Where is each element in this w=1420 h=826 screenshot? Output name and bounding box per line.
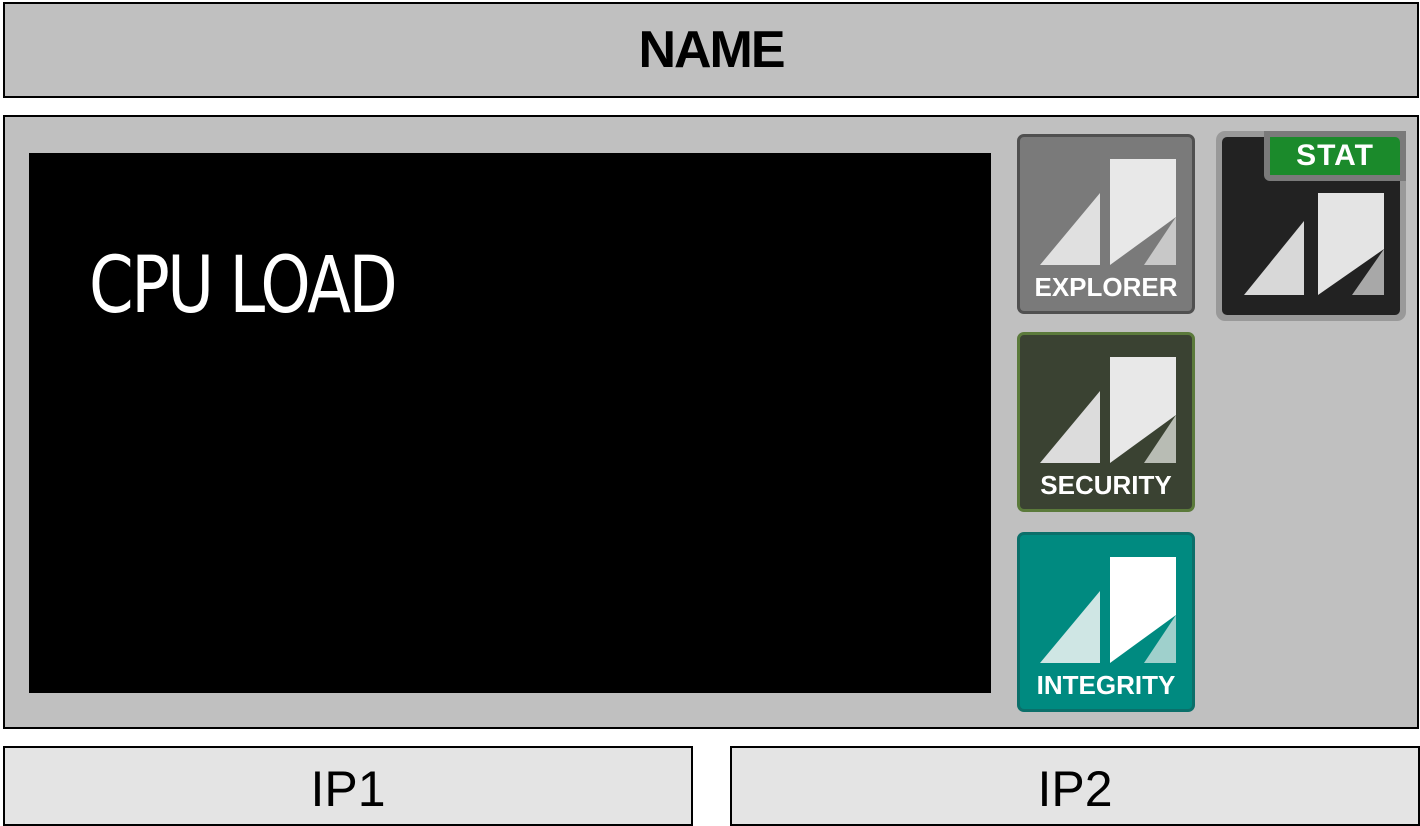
security-label: SECURITY — [1040, 470, 1172, 500]
ip1-box: IP1 — [3, 746, 693, 826]
integrity-logo-icon — [1040, 557, 1176, 663]
name-bar: NAME — [3, 2, 1419, 98]
explorer-label: EXPLORER — [1034, 272, 1178, 302]
stat-button[interactable]: STAT — [1216, 131, 1406, 321]
screen-title: CPU LOAD — [89, 241, 398, 331]
stat-logo-icon — [1244, 193, 1384, 295]
cpu-load-screen: CPU LOAD — [29, 153, 991, 693]
security-logo-icon — [1040, 357, 1176, 463]
stat-badge: STAT — [1270, 137, 1400, 175]
ip2-box: IP2 — [730, 746, 1420, 826]
explorer-logo-icon — [1040, 159, 1176, 265]
integrity-label: INTEGRITY — [1036, 670, 1176, 700]
explorer-button[interactable]: EXPLORER — [1017, 134, 1195, 314]
ip2-label: IP2 — [1037, 761, 1113, 817]
security-button[interactable]: SECURITY — [1017, 332, 1195, 512]
main-panel: CPU LOAD EXPLORER SECURITY INTEGRITY STA… — [3, 115, 1419, 729]
ip1-label: IP1 — [310, 761, 386, 817]
integrity-button[interactable]: INTEGRITY — [1017, 532, 1195, 712]
device-name: NAME — [638, 21, 785, 79]
